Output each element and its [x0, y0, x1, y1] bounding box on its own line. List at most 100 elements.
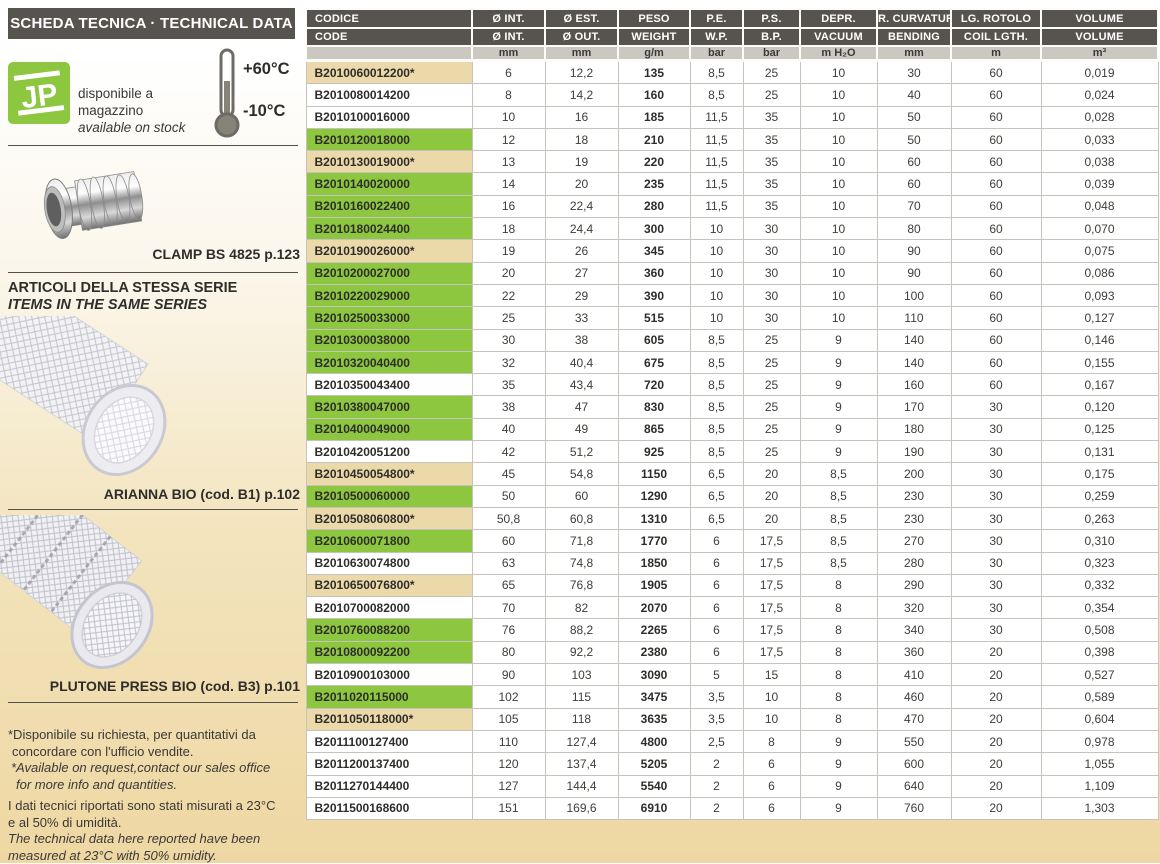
value-cell: 0,125	[1041, 418, 1158, 440]
value-cell: 6,5	[690, 463, 743, 485]
temperature-min-label: -10°C	[243, 102, 285, 121]
value-cell: 3,5	[690, 686, 743, 708]
table-row: B20103200404003240,46758,5259140600,155	[306, 351, 1158, 373]
table-row: B20102200290002229390103010100600,093	[306, 284, 1158, 306]
value-cell: 30	[877, 61, 951, 84]
table-row: B2010200027000202736010301090600,086	[306, 262, 1158, 284]
value-cell: 20	[951, 797, 1041, 819]
unit-cell: bar	[743, 46, 800, 61]
value-cell: 71,8	[545, 530, 618, 552]
value-cell: 10	[472, 106, 545, 128]
table-row: B2010500060000506012906,5208,5230300,259	[306, 485, 1158, 507]
value-cell: 8	[800, 686, 877, 708]
value-cell: 1905	[618, 574, 690, 596]
note-measured-en-line2: measured at 23°C with 50% umidity.	[8, 848, 300, 864]
value-cell: 51,2	[545, 441, 618, 463]
hose-plutone-press-bio-image	[0, 515, 170, 675]
code-cell: B2010650076800*	[306, 574, 472, 596]
value-cell: 40	[472, 418, 545, 440]
value-cell: 60	[951, 61, 1041, 84]
value-cell: 6,5	[690, 507, 743, 529]
column-header: P.E.	[690, 9, 743, 28]
sidebar: SCHEDA TECNICA · TECHNICAL DATA JP dispo…	[0, 0, 305, 863]
value-cell: 137,4	[545, 753, 618, 775]
value-cell: 20	[951, 730, 1041, 752]
value-cell: 8	[743, 730, 800, 752]
table-row: B20103500434003543,47208,5259160600,167	[306, 374, 1158, 396]
value-cell: 10	[690, 240, 743, 262]
value-cell: 140	[877, 351, 951, 373]
column-header: PESO	[618, 9, 690, 28]
table-row: B20104200512004251,29258,5259190300,131	[306, 441, 1158, 463]
value-cell: 2	[690, 753, 743, 775]
value-cell: 10	[800, 284, 877, 306]
value-cell: 127	[472, 775, 545, 797]
code-cell: B2010630074800	[306, 552, 472, 574]
value-cell: 18	[545, 128, 618, 150]
table-row: B2011200137400120137,45205269600201,055	[306, 753, 1158, 775]
value-cell: 26	[545, 240, 618, 262]
table-row: B2011050118000*10511836353,5108470200,60…	[306, 708, 1158, 730]
value-cell: 6	[743, 775, 800, 797]
value-cell: 0,048	[1041, 195, 1158, 217]
value-cell: 60	[951, 218, 1041, 240]
value-cell: 47	[545, 396, 618, 418]
value-cell: 8,5	[690, 418, 743, 440]
value-cell: 33	[545, 307, 618, 329]
value-cell: 30	[472, 329, 545, 351]
value-cell: 20	[545, 173, 618, 195]
code-cell: B2010190026000*	[306, 240, 472, 262]
table-row: B20101600224001622,428011,5351070600,048	[306, 195, 1158, 217]
value-cell: 185	[618, 106, 690, 128]
value-cell: 16	[472, 195, 545, 217]
value-cell: 0,075	[1041, 240, 1158, 262]
table-row: B2010100016000101618511,5351050600,028	[306, 106, 1158, 128]
column-subheader: BENDING	[877, 28, 951, 46]
jp-brand-logo: JP	[8, 62, 70, 124]
unit-cell: mm	[545, 46, 618, 61]
value-cell: 8,5	[800, 485, 877, 507]
table-row: B2011500168600151169,66910269760201,303	[306, 797, 1158, 819]
value-cell: 60	[951, 329, 1041, 351]
stock-availability-text: disponibile a magazzino available on sto…	[78, 85, 218, 136]
value-cell: 144,4	[545, 775, 618, 797]
value-cell: 10	[800, 195, 877, 217]
value-cell: 2070	[618, 597, 690, 619]
note-available-it-line1: *Disponibile su richiesta, per quantitat…	[8, 727, 300, 744]
value-cell: 11,5	[690, 106, 743, 128]
value-cell: 8,5	[690, 329, 743, 351]
value-cell: 0,259	[1041, 485, 1158, 507]
value-cell: 14	[472, 173, 545, 195]
value-cell: 6910	[618, 797, 690, 819]
value-cell: 6	[690, 552, 743, 574]
value-cell: 90	[472, 664, 545, 686]
divider	[8, 509, 298, 510]
value-cell: 8,5	[690, 441, 743, 463]
value-cell: 90	[877, 240, 951, 262]
value-cell: 35	[743, 151, 800, 173]
value-cell: 1,055	[1041, 753, 1158, 775]
value-cell: 6	[690, 619, 743, 641]
table-header-row-primary: CODICEØ INT.Ø EST.PESOP.E.P.S.DEPR.R. CU…	[306, 9, 1158, 28]
code-cell: B2010380047000	[306, 396, 472, 418]
value-cell: 100	[877, 284, 951, 306]
code-cell: B2010500060000	[306, 485, 472, 507]
column-subheader: COIL LGTH.	[951, 28, 1041, 46]
value-cell: 10	[800, 240, 877, 262]
value-cell: 32	[472, 351, 545, 373]
value-cell: 110	[877, 307, 951, 329]
unit-cell: m	[951, 46, 1041, 61]
value-cell: 3635	[618, 708, 690, 730]
value-cell: 0,019	[1041, 61, 1158, 84]
value-cell: 360	[618, 262, 690, 284]
code-cell: B2011020115000	[306, 686, 472, 708]
value-cell: 38	[545, 329, 618, 351]
value-cell: 6	[743, 797, 800, 819]
value-cell: 0,310	[1041, 530, 1158, 552]
value-cell: 0,033	[1041, 128, 1158, 150]
series-title-it: ARTICOLI DELLA STESSA SERIE	[8, 280, 237, 296]
value-cell: 25	[743, 351, 800, 373]
value-cell: 110	[472, 730, 545, 752]
column-subheader: B.P.	[743, 28, 800, 46]
hose-arianna-bio-image	[0, 316, 182, 484]
